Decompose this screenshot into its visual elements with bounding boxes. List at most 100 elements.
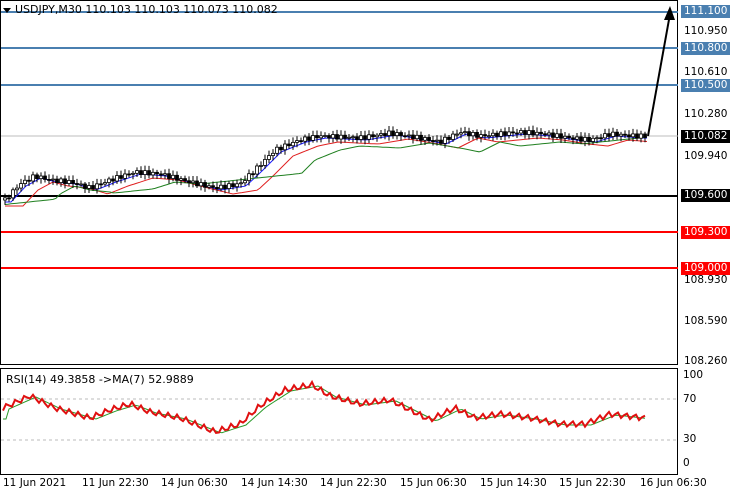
candle-body bbox=[619, 133, 623, 137]
candle-body bbox=[239, 182, 243, 185]
candle-body bbox=[175, 174, 179, 181]
candle-body bbox=[467, 131, 471, 137]
candle-body bbox=[143, 170, 147, 175]
level-tag-109300: 109.300 bbox=[681, 226, 731, 239]
time-tick: 15 Jun 06:30 bbox=[400, 477, 467, 489]
candle-body bbox=[455, 133, 459, 136]
candle-body bbox=[79, 183, 83, 186]
time-tick: 14 Jun 22:30 bbox=[320, 477, 387, 489]
candle-body bbox=[263, 159, 267, 166]
candle-body bbox=[267, 155, 271, 160]
candle-body bbox=[27, 179, 31, 182]
candle-body bbox=[203, 182, 207, 188]
candle-body bbox=[103, 182, 107, 185]
candle-body bbox=[211, 185, 215, 188]
level-tag-110500: 110.500 bbox=[681, 79, 731, 92]
candle-body bbox=[235, 183, 239, 188]
candle-body bbox=[243, 180, 247, 184]
candle-body bbox=[603, 133, 607, 139]
candle-body bbox=[383, 133, 387, 136]
candle-body bbox=[327, 135, 331, 139]
candle-body bbox=[319, 135, 323, 139]
candle-body bbox=[411, 134, 415, 140]
current-price-tag: 110.082 bbox=[681, 130, 731, 143]
candle-body bbox=[187, 180, 191, 184]
candle-body bbox=[227, 183, 231, 189]
candle-body bbox=[75, 183, 79, 185]
candle-body bbox=[51, 178, 55, 181]
candle-body bbox=[535, 131, 539, 136]
candle-body bbox=[279, 146, 283, 151]
candles bbox=[3, 125, 647, 205]
candle-body bbox=[127, 173, 131, 176]
candle-body bbox=[299, 140, 303, 143]
candle-body bbox=[515, 132, 519, 135]
candle-body bbox=[183, 178, 187, 182]
candle-body bbox=[87, 185, 91, 189]
candle-body bbox=[403, 135, 407, 138]
candle-body bbox=[11, 189, 15, 199]
chart-canvas[interactable] bbox=[0, 0, 735, 496]
rsi-lines bbox=[1, 379, 678, 441]
candle-body bbox=[375, 134, 379, 138]
level-tag-111100: 111.100 bbox=[681, 5, 731, 18]
candle-body bbox=[147, 170, 151, 176]
candle-body bbox=[511, 131, 515, 134]
candle-body bbox=[639, 133, 643, 139]
candle-body bbox=[315, 135, 319, 139]
candle-body bbox=[607, 133, 611, 137]
candle-body bbox=[367, 134, 371, 140]
candle-body bbox=[611, 131, 615, 137]
candle-body bbox=[487, 135, 491, 138]
candle-body bbox=[135, 170, 139, 174]
candle-body bbox=[223, 184, 227, 189]
candle-body bbox=[491, 132, 495, 137]
rsi-info: RSI(14) 49.3858 ->MA(7) 52.9889 bbox=[6, 373, 194, 386]
time-tick: 16 Jun 06:30 bbox=[640, 477, 707, 489]
candle-body bbox=[71, 180, 75, 184]
candle-body bbox=[99, 183, 103, 186]
candle-body bbox=[519, 130, 523, 134]
candle-body bbox=[35, 174, 39, 180]
candle-body bbox=[555, 133, 559, 138]
candle-body bbox=[291, 141, 295, 147]
candle-body bbox=[471, 132, 475, 137]
time-tick: 14 Jun 14:30 bbox=[241, 477, 308, 489]
candle-body bbox=[287, 143, 291, 147]
candle-body bbox=[499, 131, 503, 137]
candle-body bbox=[219, 184, 223, 190]
candle-body bbox=[131, 172, 135, 175]
candle-body bbox=[199, 182, 203, 187]
time-tick: 14 Jun 06:30 bbox=[161, 477, 228, 489]
candle-body bbox=[59, 178, 63, 183]
candle-body bbox=[451, 133, 455, 140]
candle-body bbox=[31, 174, 35, 182]
candle-body bbox=[407, 134, 411, 137]
candle-body bbox=[523, 130, 527, 135]
price-tick: 108.930 bbox=[684, 274, 728, 286]
candle-body bbox=[215, 186, 219, 190]
candle-body bbox=[171, 174, 175, 179]
candle-body bbox=[91, 185, 95, 190]
candle-body bbox=[419, 134, 423, 141]
candle-body bbox=[575, 136, 579, 140]
rsi-tick: 0 bbox=[683, 457, 690, 469]
candle-body bbox=[7, 197, 11, 200]
candle-body bbox=[111, 178, 115, 182]
candle-body bbox=[563, 135, 567, 139]
candle-body bbox=[335, 134, 339, 140]
candle-body bbox=[247, 173, 251, 181]
candle-body bbox=[55, 178, 59, 183]
candle-body bbox=[391, 130, 395, 137]
time-tick: 11 Jun 2021 bbox=[3, 477, 67, 489]
candle-body bbox=[527, 130, 531, 135]
candle-body bbox=[371, 134, 375, 138]
candle-body bbox=[107, 178, 111, 183]
candle-body bbox=[283, 143, 287, 151]
candle-body bbox=[275, 146, 279, 154]
candle-body bbox=[15, 187, 19, 191]
candle-body bbox=[567, 135, 571, 139]
candle-body bbox=[495, 132, 499, 137]
candle-body bbox=[459, 132, 463, 135]
candle-body bbox=[271, 152, 275, 156]
